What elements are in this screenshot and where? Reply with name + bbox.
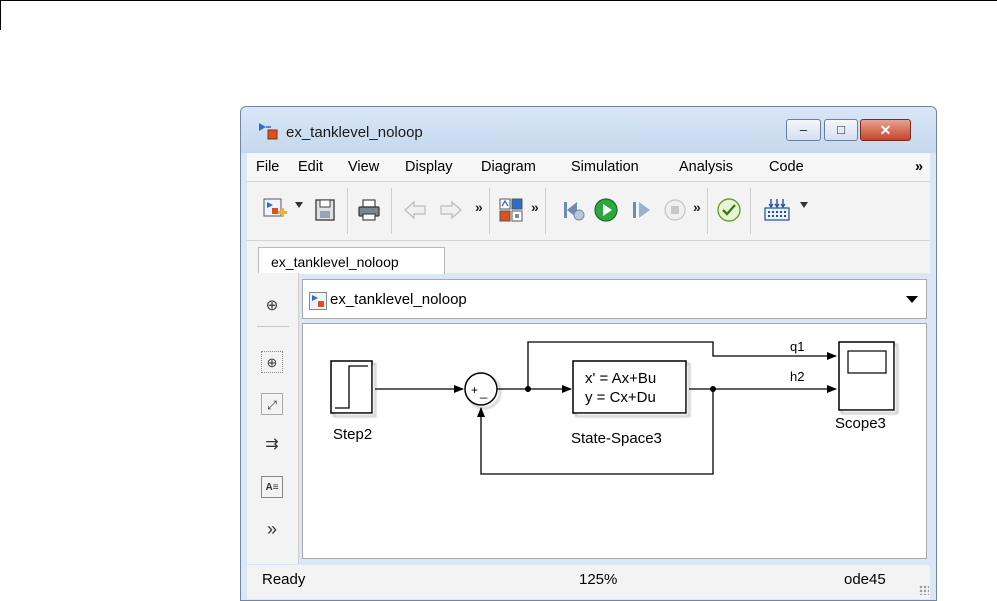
simulink-model-icon — [309, 292, 327, 310]
minimize-icon: – — [799, 122, 808, 137]
stop-icon[interactable] — [661, 196, 689, 224]
maximize-button[interactable]: □ — [824, 119, 858, 141]
toolbar-separator — [707, 188, 708, 234]
toolbar-separator — [489, 188, 490, 234]
title-bar[interactable]: ex_tanklevel_noloop – □ ✕ — [241, 107, 936, 153]
zoom-icon[interactable]: ⊕ — [261, 351, 283, 373]
menu-view[interactable]: View — [348, 159, 379, 175]
menu-edit[interactable]: Edit — [298, 159, 323, 175]
address-bar[interactable]: ex_tanklevel_noloop — [302, 279, 927, 319]
tab-bar: ex_tanklevel_noloop — [247, 241, 930, 274]
simulink-window: ex_tanklevel_noloop – □ ✕ File Edit View… — [240, 106, 937, 601]
signal-lines-icon[interactable]: ⇉ — [261, 434, 283, 456]
sum-plus-sign: + — [471, 383, 478, 397]
menu-file[interactable]: File — [256, 159, 279, 175]
zoom-level: 125% — [579, 571, 618, 588]
print-icon[interactable] — [355, 196, 383, 224]
window-title: ex_tanklevel_noloop — [286, 124, 423, 141]
menu-analysis[interactable]: Analysis — [679, 159, 733, 175]
scope-block-label: Scope3 — [835, 415, 886, 432]
toolbar-overflow-chevron[interactable]: » — [693, 199, 701, 215]
left-palette: ⊕ ⊕ ⤢ ⇉ A≡ » — [247, 273, 299, 564]
solver-name[interactable]: ode45 — [844, 571, 886, 588]
block-diagram: Step2 + _ x' = Ax+Bu y = Cx+Du State-Spa… — [330, 339, 895, 475]
new-model-icon[interactable] — [261, 196, 289, 224]
tab-label: ex_tanklevel_noloop — [271, 254, 399, 270]
diagram-canvas[interactable]: Step2 + _ x' = Ax+Bu y = Cx+Du State-Spa… — [302, 323, 927, 559]
step-back-icon[interactable] — [559, 196, 587, 224]
resize-grip-icon[interactable] — [919, 585, 929, 595]
close-button[interactable]: ✕ — [860, 119, 911, 141]
toolbar-separator — [750, 188, 751, 234]
branch-point — [710, 386, 716, 392]
forward-icon[interactable] — [437, 196, 465, 224]
step-block[interactable] — [330, 360, 373, 414]
toolbar-overflow-chevron[interactable]: » — [475, 199, 483, 215]
simulink-model-icon — [259, 123, 278, 140]
menu-display[interactable]: Display — [405, 159, 453, 175]
status-state: Ready — [262, 571, 306, 588]
scope-block[interactable] — [838, 341, 895, 411]
toolbar-separator — [545, 188, 546, 234]
back-icon[interactable] — [401, 196, 429, 224]
state-space-equation-1: x' = Ax+Bu — [585, 370, 656, 387]
signal-label-h2: h2 — [790, 369, 804, 384]
page-rule-left — [0, 0, 1, 30]
state-space-block-label: State-Space3 — [571, 430, 662, 447]
tab-model[interactable]: ex_tanklevel_noloop — [258, 247, 445, 274]
menu-bar: File Edit View Display Diagram Simulatio… — [247, 153, 930, 182]
build-dropdown-icon[interactable] — [800, 202, 808, 208]
palette-overflow-chevron[interactable]: » — [261, 518, 283, 540]
toolbar-overflow-chevron[interactable]: » — [531, 199, 539, 215]
menu-code[interactable]: Code — [769, 159, 804, 175]
menu-diagram[interactable]: Diagram — [481, 159, 536, 175]
model-path: ex_tanklevel_noloop — [330, 291, 467, 308]
library-browser-icon[interactable] — [497, 196, 525, 224]
hide-explorer-icon[interactable]: ⊕ — [261, 295, 283, 317]
state-space-equation-2: y = Cx+Du — [585, 389, 656, 406]
minimize-button[interactable]: – — [786, 119, 821, 141]
annotation-icon[interactable]: A≡ — [261, 476, 283, 498]
fit-to-view-icon[interactable]: ⤢ — [261, 393, 283, 415]
page-rule-top — [0, 0, 997, 1]
sum-minus-sign: _ — [479, 384, 488, 399]
palette-separator — [257, 326, 289, 327]
build-icon[interactable] — [763, 196, 791, 224]
menu-overflow-chevron[interactable]: » — [915, 159, 923, 175]
menu-simulation[interactable]: Simulation — [571, 159, 639, 175]
step-forward-icon[interactable] — [628, 196, 656, 224]
status-bar: Ready 125% ode45 — [247, 565, 930, 599]
model-advisor-icon[interactable] — [715, 196, 743, 224]
close-icon: ✕ — [879, 122, 892, 138]
save-icon[interactable] — [311, 196, 339, 224]
new-model-dropdown-icon[interactable] — [295, 202, 303, 208]
toolbar-separator — [391, 188, 392, 234]
signal-label-q1: q1 — [790, 339, 804, 354]
maximize-icon: □ — [837, 122, 845, 137]
toolbar: » » » — [247, 182, 930, 241]
branch-point — [525, 386, 531, 392]
toolbar-separator — [347, 188, 348, 234]
run-icon[interactable] — [592, 196, 620, 224]
step-block-label: Step2 — [333, 426, 372, 443]
chevron-down-icon[interactable] — [906, 296, 918, 303]
